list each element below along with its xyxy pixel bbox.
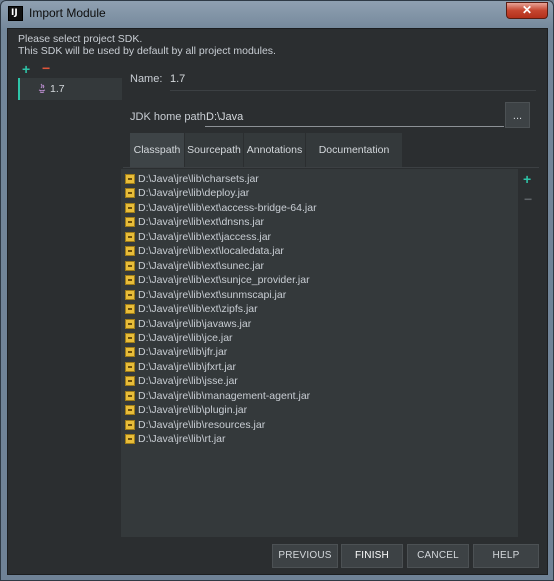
classpath-entry: D:\Java\jre\lib\plugin.jar [138,404,248,417]
sdk-list-item-label: 1.7 [50,83,65,95]
classpath-row[interactable]: D:\Java\jre\lib\ext\localedata.jar [121,245,518,259]
jdk-home-path-input[interactable]: D:\Java [205,109,504,127]
classpath-row[interactable]: D:\Java\jre\lib\resources.jar [121,419,518,433]
tab-documentation-paths[interactable]: Documentation Paths [306,133,402,190]
classpath-entry: D:\Java\jre\lib\deploy.jar [138,187,250,200]
window-title: Import Module [29,6,106,20]
jar-file-icon [125,390,135,401]
classpath-entry: D:\Java\jre\lib\resources.jar [138,418,266,431]
jar-file-icon [125,405,135,416]
classpath-row[interactable]: D:\Java\jre\lib\ext\access-bridge-64.jar [121,202,518,216]
classpath-list[interactable]: D:\Java\jre\lib\charsets.jar D:\Java\jre\… [121,169,518,537]
classpath-row[interactable]: D:\Java\jre\lib\management-agent.jar [121,390,518,404]
classpath-entry: D:\Java\jre\lib\rt.jar [138,433,226,446]
help-button[interactable]: HELP [473,544,539,568]
classpath-row[interactable]: D:\Java\jre\lib\jfr.jar [121,346,518,360]
classpath-entry: D:\Java\jre\lib\ext\jaccess.jar [138,230,272,243]
classpath-entry: D:\Java\jre\lib\ext\sunec.jar [138,259,265,272]
classpath-row[interactable]: D:\Java\jre\lib\rt.jar [121,433,518,447]
jar-file-icon [125,231,135,242]
jar-file-icon [125,188,135,199]
classpath-row[interactable]: D:\Java\jre\lib\jsse.jar [121,375,518,389]
classpath-row[interactable]: D:\Java\jre\lib\ext\jaccess.jar [121,231,518,245]
jar-file-icon [125,260,135,271]
finish-button[interactable]: FINISH [341,544,403,568]
classpath-entry: D:\Java\jre\lib\jfxrt.jar [138,360,237,373]
classpath-entry: D:\Java\jre\lib\javaws.jar [138,317,252,330]
classpath-entry: D:\Java\jre\lib\ext\localedata.jar [138,245,284,258]
intellij-app-icon: IJ [8,6,23,21]
classpath-entry: D:\Java\jre\lib\jfr.jar [138,346,228,359]
classpath-entry: D:\Java\jre\lib\jce.jar [138,331,233,344]
classpath-entry: D:\Java\jre\lib\ext\access-bridge-64.jar [138,201,317,214]
classpath-row[interactable]: D:\Java\jre\lib\jfxrt.jar [121,361,518,375]
jar-file-icon [125,174,135,184]
classpath-row[interactable]: D:\Java\jre\lib\deploy.jar [121,187,518,201]
sdk-list: 1.7 [18,78,122,550]
classpath-row[interactable]: D:\Java\jre\lib\charsets.jar [121,173,518,187]
tab-underline [123,167,539,168]
jar-file-icon [125,347,135,358]
jar-file-icon [125,332,135,343]
classpath-entry: D:\Java\jre\lib\ext\zipfs.jar [138,303,258,316]
previous-button[interactable]: PREVIOUS [272,544,338,568]
jar-file-icon [125,289,135,300]
classpath-row[interactable]: D:\Java\jre\lib\ext\zipfs.jar [121,303,518,317]
jdk-home-path-label: JDK home path: [130,111,209,123]
classpath-row[interactable]: D:\Java\jre\lib\plugin.jar [121,404,518,418]
intro-text: Please select project SDK. This SDK will… [18,33,276,57]
jar-file-icon [125,246,135,257]
classpath-entry: D:\Java\jre\lib\ext\sunjce_provider.jar [138,274,310,287]
sdk-tabs: Classpath Sourcepath Annotations Documen… [130,133,402,190]
jar-file-icon [125,318,135,329]
jar-file-icon [125,217,135,228]
jar-file-icon [125,376,135,387]
classpath-row[interactable]: D:\Java\jre\lib\ext\sunjce_provider.jar [121,274,518,288]
dialog-window: IJ Import Module ✕ Please select project… [0,0,554,581]
name-field[interactable]: 1.7 [170,73,536,91]
intro-line-2: This SDK will be used by default by all … [18,45,276,57]
add-path-button[interactable]: + [523,171,531,187]
jar-file-icon [125,419,135,430]
name-label: Name: [130,73,163,85]
tab-sourcepath[interactable]: Sourcepath [185,133,243,167]
remove-sdk-button[interactable]: − [42,60,50,76]
classpath-entry: D:\Java\jre\lib\charsets.jar [138,173,259,185]
jar-file-icon [125,304,135,315]
classpath-row[interactable]: D:\Java\jre\lib\ext\sunmscapi.jar [121,289,518,303]
classpath-row[interactable]: D:\Java\jre\lib\jce.jar [121,332,518,346]
jar-file-icon [125,275,135,286]
browse-button[interactable]: ... [505,102,530,128]
classpath-entry: D:\Java\jre\lib\management-agent.jar [138,389,311,402]
classpath-entry: D:\Java\jre\lib\ext\sunmscapi.jar [138,288,287,301]
java-sdk-icon [37,83,47,94]
add-sdk-button[interactable]: + [22,61,30,77]
classpath-row[interactable]: D:\Java\jre\lib\ext\dnsns.jar [121,216,518,230]
title-bar[interactable]: IJ Import Module ✕ [1,1,553,27]
tab-annotations[interactable]: Annotations [244,133,305,167]
jar-file-icon [125,202,135,213]
classpath-entry: D:\Java\jre\lib\ext\dnsns.jar [138,216,265,229]
classpath-row[interactable]: D:\Java\jre\lib\javaws.jar [121,318,518,332]
tab-classpath[interactable]: Classpath [130,133,184,167]
dialog-content: Please select project SDK. This SDK will… [7,28,548,575]
jar-file-icon [125,361,135,372]
intro-line-1: Please select project SDK. [18,33,143,45]
cancel-button[interactable]: CANCEL [407,544,469,568]
classpath-entry: D:\Java\jre\lib\jsse.jar [138,375,238,388]
sdk-list-item[interactable]: 1.7 [18,78,122,100]
classpath-row[interactable]: D:\Java\jre\lib\ext\sunec.jar [121,260,518,274]
close-button[interactable]: ✕ [506,2,548,19]
jar-file-icon [125,434,135,445]
remove-path-button[interactable]: − [524,191,532,207]
